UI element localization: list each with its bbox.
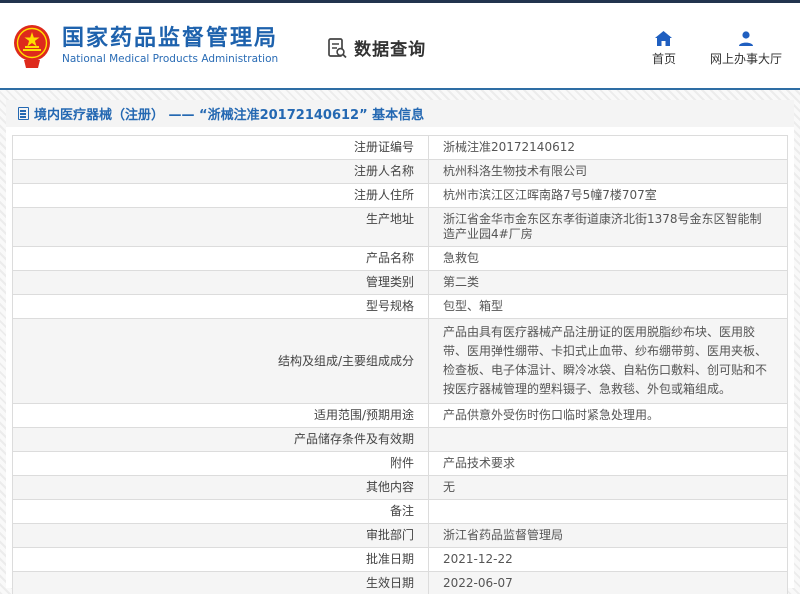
row-label: 型号规格 xyxy=(13,295,429,318)
content-panel: 境内医疗器械（注册） —— “浙械注准20172140612” 基本信息 注册证… xyxy=(6,100,794,588)
table-row: 审批部门 浙江省药品监督管理局 xyxy=(13,524,787,548)
row-value: 2021-12-22 xyxy=(429,548,787,571)
row-label-text: 结构及组成/主要组成成分 xyxy=(278,354,414,369)
nav-service-hall-label: 网上办事大厅 xyxy=(710,50,782,67)
row-label-text: 批准日期 xyxy=(366,552,414,566)
row-value: 杭州科洛生物技术有限公司 xyxy=(429,160,787,183)
info-table: 注册证编号浙械注准20172140612注册人名称杭州科洛生物技术有限公司注册人… xyxy=(12,135,788,594)
row-value xyxy=(429,500,787,523)
table-row: 结构及组成/主要组成成分产品由具有医疗器械产品注册证的医用脱脂纱布块、医用胶带、… xyxy=(13,319,787,404)
row-value: 产品由具有医疗器械产品注册证的医用脱脂纱布块、医用胶带、医用弹性绷带、卡扣式止血… xyxy=(429,319,787,403)
home-icon xyxy=(655,31,672,46)
row-label-text: 产品名称 xyxy=(366,251,414,265)
row-label-text: 管理类别 xyxy=(366,275,414,289)
nav-home-label: 首页 xyxy=(652,50,676,67)
row-value: 浙江省药品监督管理局 xyxy=(429,524,787,547)
user-icon xyxy=(738,31,754,46)
row-value: 杭州市滨江区江晖南路7号5幢7楼707室 xyxy=(429,184,787,207)
site-logo[interactable]: 国家药品监督管理局 National Medical Products Admi… xyxy=(12,24,278,68)
row-value xyxy=(429,428,787,451)
row-value: 2022-06-07 xyxy=(429,572,787,594)
row-label: 适用范围/预期用途 xyxy=(13,404,429,427)
row-value: 包型、箱型 xyxy=(429,295,787,318)
row-value: 产品技术要求 xyxy=(429,452,787,475)
row-value: 浙江省金华市金东区东孝街道康济北街1378号金东区智能制造产业园4#厂房 xyxy=(429,208,787,246)
agency-subtitle: National Medical Products Administration xyxy=(62,52,278,66)
table-row: 注册人名称 杭州科洛生物技术有限公司 xyxy=(13,160,787,184)
row-label: 生效日期 xyxy=(13,572,429,594)
row-label-text: 适用范围/预期用途 xyxy=(314,408,414,422)
table-row: 其他内容 无 xyxy=(13,476,787,500)
nav-home[interactable]: 首页 xyxy=(652,31,676,67)
row-label-text: 其他内容 xyxy=(366,480,414,494)
table-row: 备注 xyxy=(13,500,787,524)
row-label: 附件 xyxy=(13,452,429,475)
table-row: 注册人住所 杭州市滨江区江晖南路7号5幢7楼707室 xyxy=(13,184,787,208)
row-label: 管理类别 xyxy=(13,271,429,294)
row-label-text: 审批部门 xyxy=(366,528,414,542)
row-label: 结构及组成/主要组成成分 xyxy=(13,319,429,403)
table-row: 生效日期 2022-06-07 xyxy=(13,572,787,594)
site-header: 国家药品监督管理局 National Medical Products Admi… xyxy=(0,3,800,88)
row-label-text: 生效日期 xyxy=(366,576,414,590)
row-label-text: 注册人名称 xyxy=(354,164,414,178)
header-nav: 首页 网上办事大厅 xyxy=(652,31,782,67)
row-label-text: 产品储存条件及有效期 xyxy=(294,432,414,446)
national-emblem-icon xyxy=(12,24,52,68)
row-label-text: 注册证编号 xyxy=(354,140,414,154)
row-value: 急救包 xyxy=(429,247,787,270)
row-label: 批准日期 xyxy=(13,548,429,571)
row-label: 注册人名称 xyxy=(13,160,429,183)
table-row: 注册证编号 浙械注准20172140612 xyxy=(13,136,787,160)
row-label: 注册证编号 xyxy=(13,136,429,159)
row-label-text: 型号规格 xyxy=(366,299,414,313)
data-query-label: 数据查询 xyxy=(354,35,426,60)
row-label: 产品名称 xyxy=(13,247,429,270)
page-background: 境内医疗器械（注册） —— “浙械注准20172140612” 基本信息 注册证… xyxy=(0,90,800,594)
row-label: 产品储存条件及有效期 xyxy=(13,428,429,451)
row-value: 第二类 xyxy=(429,271,787,294)
table-row: 批准日期 2021-12-22 xyxy=(13,548,787,572)
document-icon xyxy=(18,107,29,120)
agency-title: 国家药品监督管理局 xyxy=(62,26,278,52)
row-value: 浙械注准20172140612 xyxy=(429,136,787,159)
table-row: 型号规格 包型、箱型 xyxy=(13,295,787,319)
table-row: 产品储存条件及有效期 xyxy=(13,428,787,452)
row-label: 审批部门 xyxy=(13,524,429,547)
row-label: 生产地址 xyxy=(13,208,429,246)
row-label: 备注 xyxy=(13,500,429,523)
row-label-text: 附件 xyxy=(390,456,414,470)
row-label: 注册人住所 xyxy=(13,184,429,207)
row-label-text: 生产地址 xyxy=(366,212,414,226)
breadcrumb-text: 境内医疗器械（注册） —— “浙械注准20172140612” 基本信息 xyxy=(34,104,424,123)
doc-search-icon xyxy=(326,37,348,59)
table-row: 附件 产品技术要求 xyxy=(13,452,787,476)
table-row: 适用范围/预期用途 产品供意外受伤时伤口临时紧急处理用。 xyxy=(13,404,787,428)
table-row: 生产地址 浙江省金华市金东区东孝街道康济北街1378号金东区智能制造产业园4#厂房 xyxy=(13,208,787,247)
row-label-text: 备注 xyxy=(390,504,414,518)
table-row: 产品名称 急救包 xyxy=(13,247,787,271)
row-label: 其他内容 xyxy=(13,476,429,499)
breadcrumb: 境内医疗器械（注册） —— “浙械注准20172140612” 基本信息 xyxy=(6,100,794,127)
data-query-tab[interactable]: 数据查询 xyxy=(326,35,426,60)
row-value: 无 xyxy=(429,476,787,499)
row-value: 产品供意外受伤时伤口临时紧急处理用。 xyxy=(429,404,787,427)
table-row: 管理类别 第二类 xyxy=(13,271,787,295)
row-label-text: 注册人住所 xyxy=(354,188,414,202)
nav-service-hall[interactable]: 网上办事大厅 xyxy=(710,31,782,67)
